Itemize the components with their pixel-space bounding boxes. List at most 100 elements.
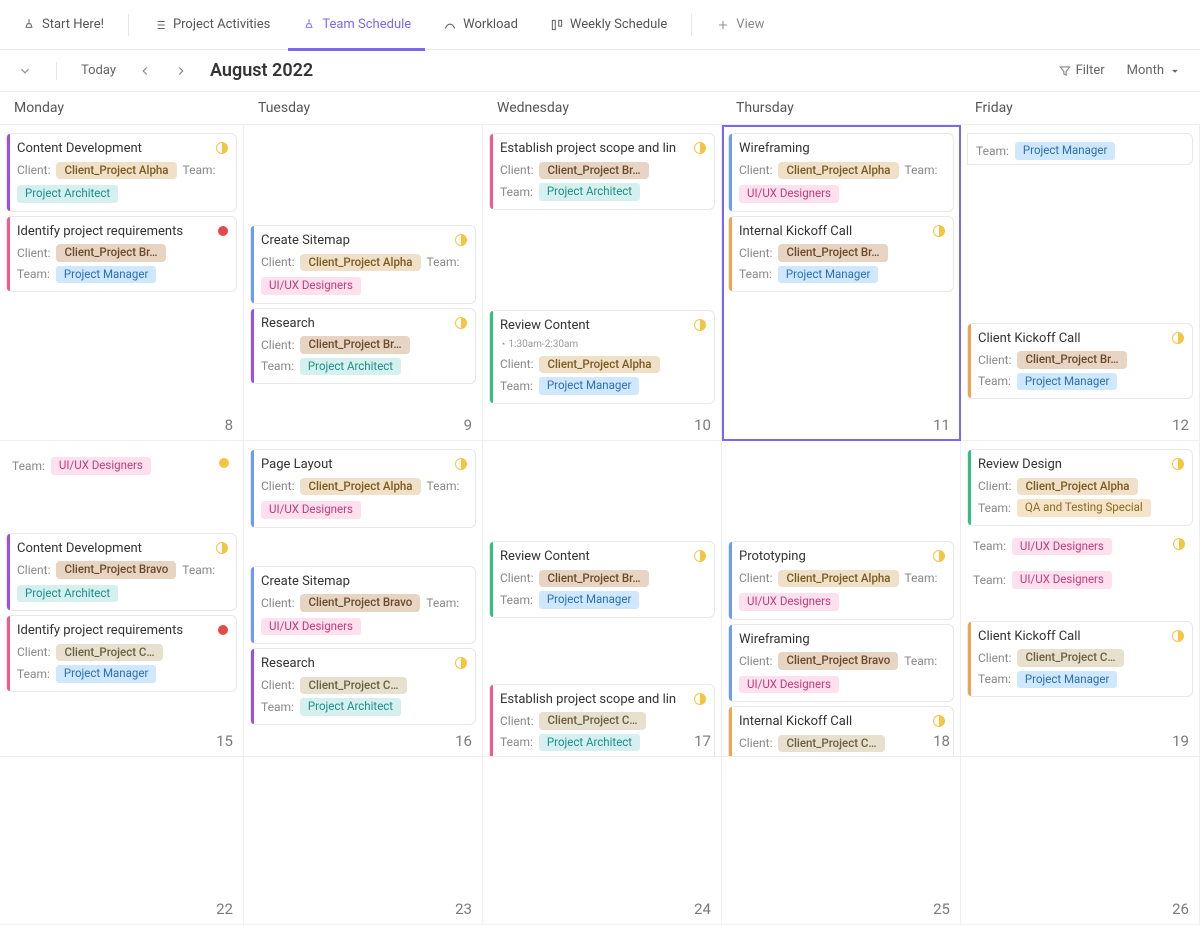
card-title: Identify project requirements: [17, 622, 228, 640]
team-label: Team:: [500, 184, 533, 200]
card-internal-kickoff[interactable]: Internal Kickoff Call Client:Client_Proj…: [728, 216, 954, 293]
cell-wed-10[interactable]: Establish project scope and lin Client:C…: [483, 125, 722, 441]
status-in-progress-icon: [694, 142, 706, 154]
client-pill: Client_Project C…: [300, 677, 406, 695]
client-pill: Client_Project C…: [539, 712, 645, 730]
client-label: Client:: [978, 478, 1011, 494]
cell-tue-23[interactable]: 23: [244, 757, 483, 925]
card-fragment[interactable]: Team:UI/UX Designers: [967, 563, 1193, 593]
team-pill: Project Manager: [539, 377, 639, 395]
client-label: Client:: [17, 644, 50, 660]
status-in-progress-icon: [455, 458, 467, 470]
status-in-progress-icon: [1172, 630, 1184, 642]
tab-start-here[interactable]: Start Here!: [8, 0, 118, 50]
range-picker[interactable]: Month: [1123, 61, 1186, 80]
tab-label: Start Here!: [42, 17, 104, 32]
card-page-layout[interactable]: Page Layout Client:Client_Project AlphaT…: [250, 449, 476, 528]
today-button[interactable]: Today: [77, 61, 120, 80]
client-label: Client:: [17, 245, 50, 261]
team-label: Team:: [426, 595, 459, 611]
card-create-sitemap[interactable]: Create Sitemap Client:Client_Project Alp…: [250, 225, 476, 304]
card-internal-kickoff[interactable]: Internal Kickoff Call Client:Client_Proj…: [728, 706, 954, 757]
expand-toggle[interactable]: [14, 62, 36, 80]
card-review-content[interactable]: Review Content Client:Client_Project Br……: [489, 541, 715, 618]
cell-mon-22[interactable]: 22: [0, 757, 244, 925]
card-review-design[interactable]: Review Design Client:Client_Project Alph…: [967, 449, 1193, 526]
team-label: Team:: [500, 378, 533, 394]
pin-icon: [302, 18, 316, 32]
card-wireframing[interactable]: Wireframing Client:Client_Project BravoT…: [728, 624, 954, 703]
tab-workload[interactable]: Workload: [429, 0, 532, 50]
cell-fri-12[interactable]: Team:Project Manager Client Kickoff Call…: [961, 125, 1200, 441]
caret-down-icon: [1168, 64, 1182, 78]
client-label: Client:: [739, 162, 772, 178]
filter-button[interactable]: Filter: [1054, 61, 1109, 80]
cell-wed-24[interactable]: 24: [483, 757, 722, 925]
card-title: Content Development: [17, 140, 228, 158]
client-pill: Client_Project Br…: [56, 244, 165, 262]
team-pill: UI/UX Designers: [261, 277, 361, 295]
client-label: Client:: [739, 735, 772, 751]
tab-weekly-schedule[interactable]: Weekly Schedule: [536, 0, 681, 50]
card-title: Wireframing: [739, 140, 945, 158]
card-client-kickoff[interactable]: Client Kickoff Call Client:Client_Projec…: [967, 323, 1193, 400]
cell-tue-16[interactable]: Page Layout Client:Client_Project AlphaT…: [244, 441, 483, 757]
cell-wed-17[interactable]: Review Content Client:Client_Project Br……: [483, 441, 722, 757]
cell-thu-18[interactable]: Prototyping Client:Client_Project AlphaT…: [722, 441, 961, 757]
card-client-kickoff[interactable]: Client Kickoff Call Client:Client_Projec…: [967, 621, 1193, 698]
client-pill: Client_Project Alpha: [778, 570, 898, 588]
team-pill: Project Architect: [300, 698, 401, 716]
cell-fri-19[interactable]: Review Design Client:Client_Project Alph…: [961, 441, 1200, 757]
card-identify-requirements[interactable]: Identify project requirements Client:Cli…: [6, 216, 237, 293]
card-research[interactable]: Research Client:Client_Project Br… Team:…: [250, 308, 476, 385]
client-pill: Client_Project Alpha: [539, 356, 659, 374]
card-content-development[interactable]: Content Development Client:Client_Projec…: [6, 533, 237, 612]
status-in-progress-icon: [933, 550, 945, 562]
card-title: Client Kickoff Call: [978, 330, 1184, 348]
cell-thu-11[interactable]: Wireframing Client: Client_Project Alpha T…: [722, 125, 961, 441]
card-identify-requirements[interactable]: Identify project requirements Client:Cli…: [6, 615, 237, 692]
card-wireframing[interactable]: Wireframing Client: Client_Project Alpha T…: [728, 133, 954, 212]
team-label: Team:: [739, 266, 772, 282]
client-pill: Client_Project C…: [778, 735, 884, 753]
card-prototyping[interactable]: Prototyping Client:Client_Project AlphaT…: [728, 541, 954, 620]
client-pill: Client_Project Bravo: [56, 561, 176, 579]
team-label: Team:: [973, 538, 1006, 554]
client-label: Client:: [17, 162, 50, 178]
add-view-button[interactable]: View: [702, 0, 778, 50]
card-create-sitemap[interactable]: Create Sitemap Client:Client_Project Bra…: [250, 566, 476, 645]
cell-mon-15[interactable]: Team:UI/UX Designers Content Development…: [0, 441, 244, 757]
card-fragment[interactable]: Team:UI/UX Designers: [967, 530, 1193, 560]
day-number: 8: [225, 416, 233, 434]
card-content-development[interactable]: Content Development Client:Client_Projec…: [6, 133, 237, 212]
client-pill: Client_Project Alpha: [300, 254, 420, 272]
team-label: Team:: [500, 734, 533, 750]
cell-fri-26[interactable]: 26: [961, 757, 1200, 925]
card-establish-scope[interactable]: Establish project scope and lin Client:C…: [489, 133, 715, 210]
client-label: Client:: [261, 337, 294, 353]
tab-project-activities[interactable]: Project Activities: [139, 0, 284, 50]
cell-mon-8[interactable]: Content Development Client: Client_Projec…: [0, 125, 244, 441]
card-title: Research: [261, 655, 467, 673]
card-research[interactable]: Research Client:Client_Project C… Team:P…: [250, 648, 476, 725]
client-pill: Client_Project Bravo: [778, 652, 898, 670]
period-title: August 2022: [210, 60, 313, 81]
team-pill: Project Architect: [539, 734, 640, 752]
workload-icon: [443, 18, 457, 32]
client-pill: Client_Project Alpha: [778, 162, 898, 180]
card-review-content[interactable]: Review Content 1:30am-2:30am Client:Clie…: [489, 310, 715, 404]
card-fragment[interactable]: Team:UI/UX Designers: [6, 449, 237, 479]
card-establish-scope[interactable]: Establish project scope and lin Client:C…: [489, 684, 715, 757]
tab-team-schedule[interactable]: Team Schedule: [288, 0, 425, 50]
cell-tue-9[interactable]: Create Sitemap Client:Client_Project Alp…: [244, 125, 483, 441]
next-period-button[interactable]: [170, 62, 192, 80]
team-label: Team:: [905, 162, 938, 178]
cell-thu-25[interactable]: 25: [722, 757, 961, 925]
card-fragment[interactable]: Team:Project Manager: [967, 133, 1193, 165]
prev-period-button[interactable]: [134, 62, 156, 80]
client-label: Client:: [978, 650, 1011, 666]
card-title: Establish project scope and lin: [500, 691, 706, 709]
status-in-progress-icon: [216, 142, 228, 154]
client-label: Client:: [739, 653, 772, 669]
card-title: Wireframing: [739, 631, 945, 649]
